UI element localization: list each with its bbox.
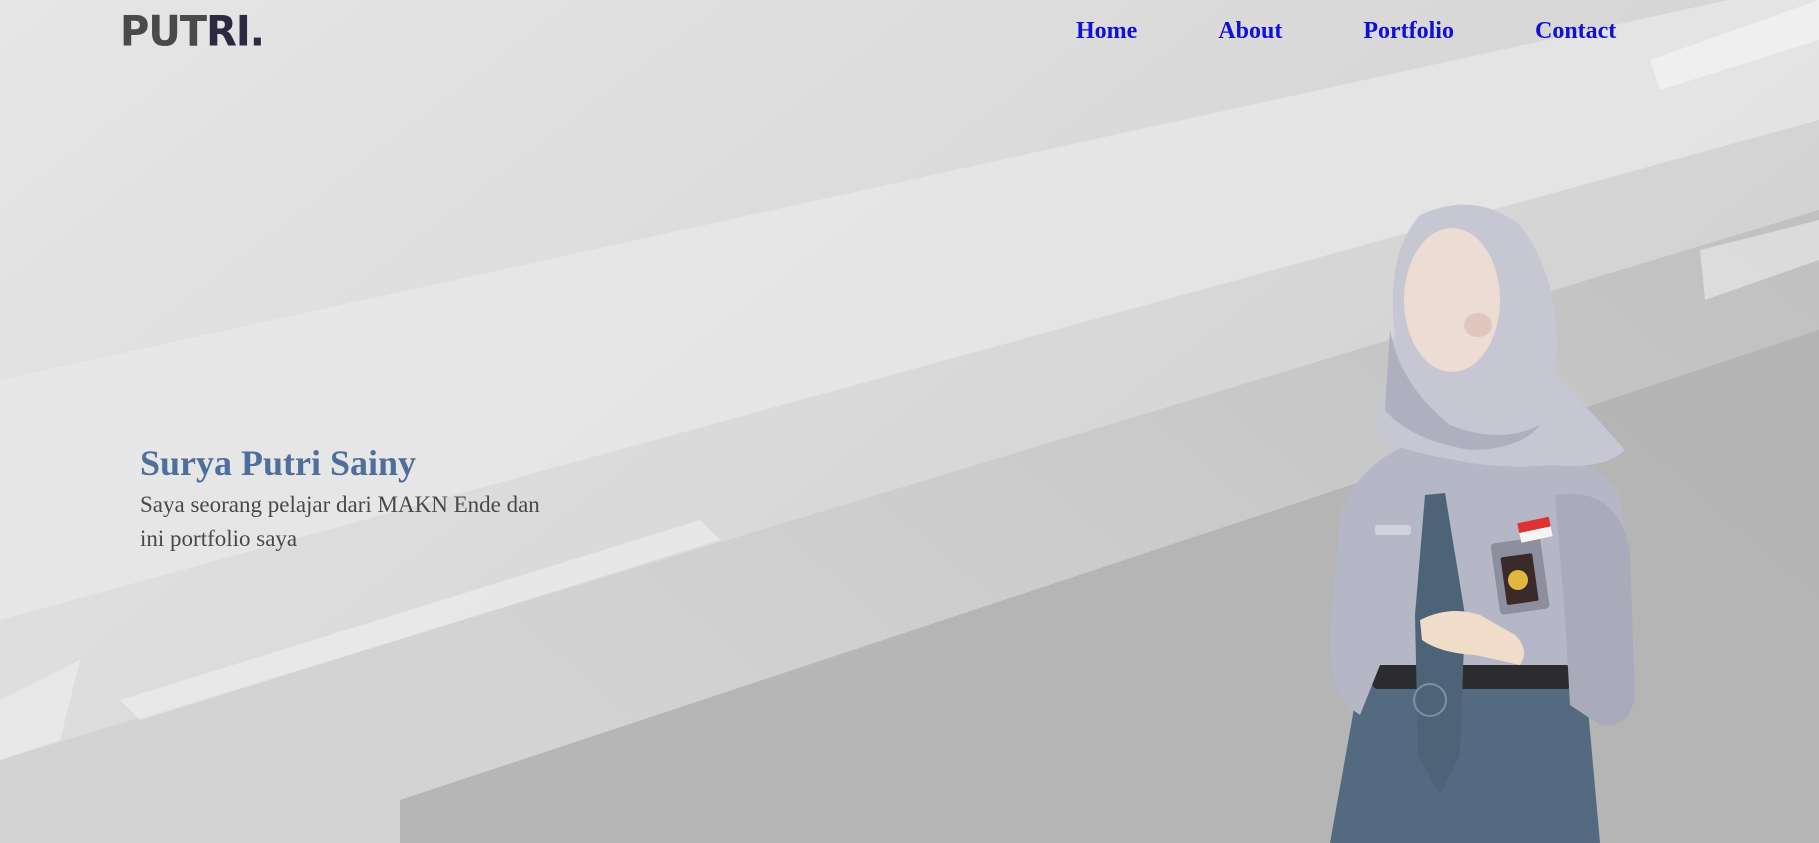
nav-link-home[interactable]: Home (1076, 14, 1137, 48)
student-hijab-illustration (1329, 204, 1635, 843)
hero-description: Saya seorang pelajar dari MAKN Ende dan … (140, 492, 540, 551)
nav-link-about[interactable]: About (1218, 14, 1282, 48)
hero-name-heading: Surya Putri Sainy (140, 443, 417, 483)
hero-intro: Surya Putri Sainy Saya seorang pelajar d… (140, 440, 580, 556)
main-nav: Home About Portfolio Contact (1076, 14, 1616, 48)
site-header: PUTRI. Home About Portfolio Contact (0, 0, 1819, 64)
nav-link-contact[interactable]: Contact (1535, 14, 1616, 48)
site-logo[interactable]: PUTRI. (120, 7, 265, 57)
logo-text-part1: PUT (120, 7, 207, 57)
nav-link-portfolio[interactable]: Portfolio (1363, 14, 1454, 48)
logo-text-part2: RI. (206, 7, 265, 57)
